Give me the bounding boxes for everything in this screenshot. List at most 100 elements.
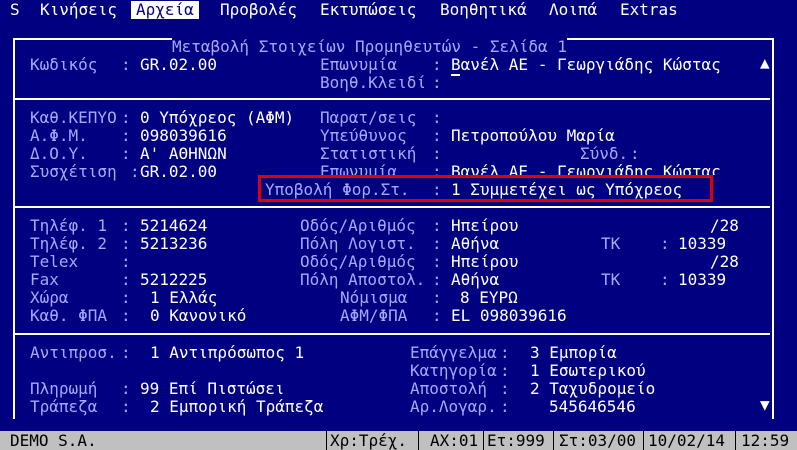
status-bar: DEMO S.A. Χρ:Τρέχ. ΑΧ:01 Ετ:999 Στ:03/00… xyxy=(0,431,797,450)
code-field[interactable]: GR.02.00 xyxy=(140,56,217,74)
company-name: DEMO S.A. xyxy=(10,431,97,450)
statistic-label: Στατιστική xyxy=(320,144,417,163)
colon: : xyxy=(121,397,131,416)
representative-label: Αντιπροσ. xyxy=(30,343,117,362)
phone1-field[interactable]: 5214624 xyxy=(140,217,207,235)
city2-field[interactable]: Αθήνα xyxy=(451,271,499,289)
link-field[interactable]: GR.02.00 xyxy=(140,163,217,181)
colon: : xyxy=(432,144,442,163)
fax-label: Fax xyxy=(30,270,59,289)
colon: : xyxy=(660,270,670,289)
menu-system[interactable]: S xyxy=(10,1,20,19)
section-divider xyxy=(14,98,770,100)
ax-indicator: ΑΧ:01 xyxy=(430,431,479,450)
account-label: Αρ.Λογαρ. xyxy=(410,397,497,416)
postcode1-field[interactable]: 10339 xyxy=(678,235,726,253)
postcode2-field[interactable]: 10339 xyxy=(678,271,726,289)
date-indicator: 10/02/14 xyxy=(648,431,726,450)
payment-label: Πληρωμή xyxy=(30,379,98,398)
country-label: Χώρα xyxy=(30,288,69,307)
currency-label: Νόμισμα xyxy=(340,288,408,307)
colon: : xyxy=(432,163,442,175)
colon: : xyxy=(121,144,131,163)
colon: : xyxy=(500,343,510,362)
colon: : xyxy=(432,108,442,127)
menu-prints[interactable]: Εκτυπώσεις xyxy=(320,1,416,19)
phone2-field[interactable]: 5213236 xyxy=(140,235,207,253)
phone1-label: Τηλέφ. 1 xyxy=(30,216,108,235)
profession-label: Επάγγελμα xyxy=(410,343,497,362)
link-short-label: Σύνδ. xyxy=(580,144,629,163)
divider xyxy=(483,431,484,450)
divider xyxy=(418,431,419,450)
category-label: Κατηγορία xyxy=(410,361,497,380)
account-field[interactable]: 545646546 xyxy=(549,398,636,416)
colon: : xyxy=(130,162,140,181)
category-field[interactable]: 1 Εσωτερικού xyxy=(530,362,646,380)
notes-label: Παρατ/σεις xyxy=(320,108,417,127)
bank-field[interactable]: 2 Εμπορική Τράπεζα xyxy=(150,398,323,416)
colon: : xyxy=(500,379,510,398)
menu-views[interactable]: Προβολές xyxy=(220,1,297,19)
country-field[interactable]: 1 Ελλάς xyxy=(150,289,217,307)
colon: : xyxy=(432,306,442,325)
name2-label: Επωνυμία xyxy=(320,163,398,175)
street1-number[interactable]: /28 xyxy=(710,217,739,235)
colon: : xyxy=(500,397,510,416)
helper-key-label: Βοηθ.Κλειδί xyxy=(320,73,426,92)
scroll-down-icon[interactable]: ▼ xyxy=(760,396,770,414)
street2-number[interactable]: /28 xyxy=(710,253,739,271)
menu-other[interactable]: Λοιπά xyxy=(549,1,597,19)
year-indicator: Ετ:999 xyxy=(487,431,545,450)
doy-field[interactable]: Α' ΑΘΗΝΩΝ xyxy=(140,145,227,163)
name-field[interactable]: Βανέλ ΑΕ - Γεωργιάδης Κώστας xyxy=(451,56,721,74)
vat-number-label: ΑΦΜ/ΦΠΑ xyxy=(340,306,408,325)
code-label: Κωδικός xyxy=(30,55,98,74)
kepyo-field[interactable]: 0 Υπόχρεος (ΑΦΜ) xyxy=(140,109,294,127)
name-label: Επωνυμία xyxy=(320,55,398,74)
postcode2-label: ΤΚ xyxy=(601,270,621,289)
vat-category-field[interactable]: 0 Κανονικό xyxy=(150,307,246,325)
city1-field[interactable]: Αθήνα xyxy=(451,235,499,253)
vat-number-field[interactable]: EL 098039616 xyxy=(451,307,567,325)
postcode1-label: ΤΚ xyxy=(601,234,621,253)
fax-field[interactable]: 5212225 xyxy=(140,271,207,289)
bank-label: Τράπεζα xyxy=(30,397,98,416)
colon: : xyxy=(121,108,131,127)
street1-label: Οδός/Αριθμός xyxy=(300,216,416,235)
street1-field[interactable]: Ηπείρου xyxy=(451,217,518,235)
responsible-field[interactable]: Πετροπούλου Μαρία xyxy=(451,127,615,145)
afm-field[interactable]: 098039616 xyxy=(140,127,227,145)
profession-field[interactable]: 3 Εμπορία xyxy=(530,344,617,362)
menu-utilities[interactable]: Βοηθητικά xyxy=(440,1,527,19)
colon: : xyxy=(121,306,131,325)
representative-field[interactable]: 1 Αντιπρόσωπος 1 xyxy=(150,344,304,362)
window-title: Μεταβολή Στοιχείων Προμηθευτών - Σελίδα … xyxy=(172,37,567,56)
city2-label: Πόλη Αποστολ. xyxy=(300,270,426,289)
colon: : xyxy=(432,270,442,289)
currency-field[interactable]: 8 ΕΥΡΩ xyxy=(460,289,518,307)
menu-extras[interactable]: Extras xyxy=(620,1,678,19)
afm-label: Α.Φ.Μ. xyxy=(30,126,88,145)
colon: : xyxy=(500,361,510,380)
menu-movements[interactable]: Κινήσεις xyxy=(40,1,117,19)
period-indicator: Χρ:Τρέχ. xyxy=(330,431,408,450)
scroll-up-icon[interactable]: ▲ xyxy=(760,54,770,72)
colon: : xyxy=(630,144,640,163)
street2-field[interactable]: Ηπείρου xyxy=(451,253,518,271)
divider xyxy=(735,431,736,450)
shipping-label: Αποστολή xyxy=(410,379,488,398)
doy-label: Δ.Ο.Υ. xyxy=(30,144,88,163)
partially-hidden-row: Επωνυμία : Βανέλ ΑΕ - Γεωργιάδης Κώστας xyxy=(320,163,740,175)
city1-label: Πόλη Λογιστ. xyxy=(300,234,416,253)
colon: : xyxy=(432,55,442,74)
kepyo-label: Καθ.ΚΕΠΥΟ xyxy=(30,108,117,127)
colon: : xyxy=(121,270,131,289)
telex-label: Telex xyxy=(30,252,79,271)
section-divider xyxy=(14,333,770,335)
payment-field[interactable]: 99 Επί Πιστώσει xyxy=(140,380,285,398)
link-label: Συσχέτιση xyxy=(30,162,117,181)
menu-files[interactable]: Αρχεία xyxy=(131,1,199,19)
colon: : xyxy=(432,73,442,92)
shipping-field[interactable]: 2 Ταχυδρομείο xyxy=(530,380,655,398)
